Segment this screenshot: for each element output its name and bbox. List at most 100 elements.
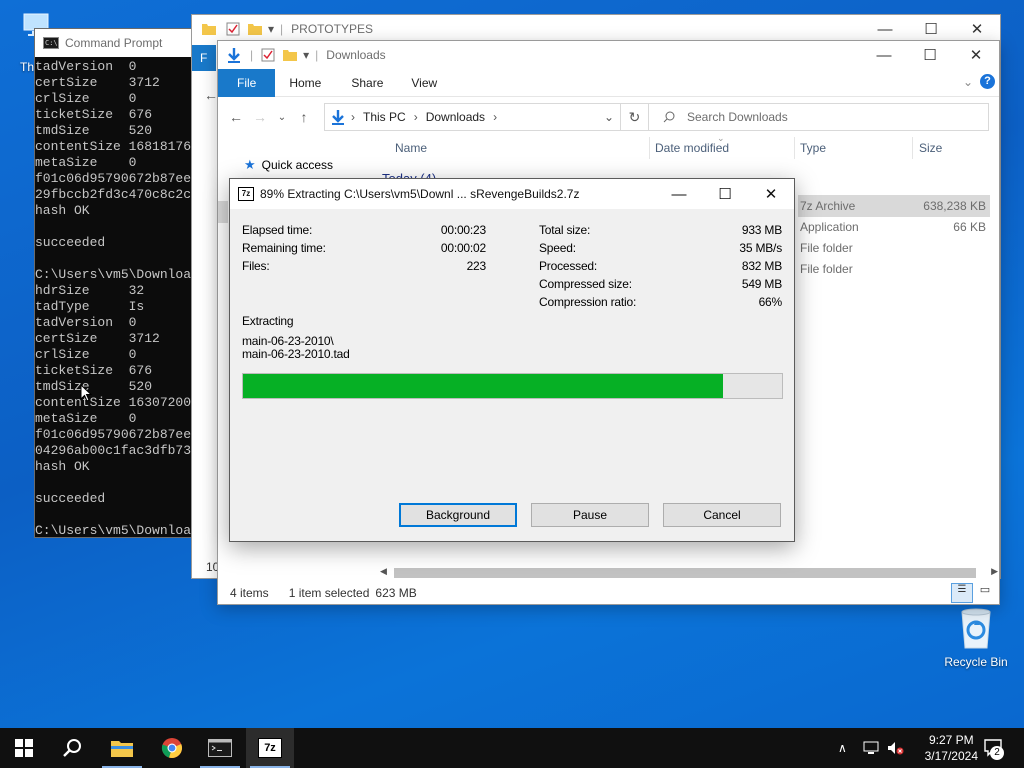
chrome-icon [161,738,183,758]
sevenzip-progress-dialog[interactable]: 7z 89% Extracting C:\Users\vm5\Downl ...… [229,178,795,542]
search-taskbar-button[interactable] [48,728,96,768]
close-button[interactable]: ✕ [953,41,999,69]
chrome-taskbar-button[interactable] [148,728,196,768]
breadcrumb-separator-icon[interactable]: › [351,110,355,124]
recycle-bin-icon [961,608,991,649]
cmd-output-line: metaSize 0 [35,411,137,426]
column-header-type[interactable]: Type [800,141,826,155]
explorer-front-titlebar[interactable]: | ▾ | Downloads — ☐ ✕ [218,41,999,69]
help-icon[interactable]: ? [980,74,995,89]
system-clock[interactable]: 9:27 PM 3/17/2024 [925,732,978,764]
scrollbar-thumb[interactable] [394,568,976,578]
cmd-output[interactable]: tadVersion 0 certSize 3712 crlSize 0 ticket… [35,57,192,537]
cmd-output-line: C:\Users\vm5\Downloa [35,267,192,282]
extracting-label: Extracting [242,314,294,328]
scroll-right-icon[interactable]: ▶ [991,566,998,577]
nav-pane-selected-item[interactable] [218,201,228,223]
address-bar[interactable]: › This PC › Downloads › ⌄ ↻ [324,103,649,131]
breadcrumb-this-pc[interactable]: This PC [363,110,406,124]
cmd-output-line: succeeded [35,235,106,250]
compression-ratio-label: Compression ratio: [539,295,637,309]
explorer-back-title: PROTOTYPES [291,22,373,36]
breadcrumb-separator-icon[interactable]: › [493,110,497,124]
show-hidden-icons-button[interactable]: ∧ [838,728,847,768]
row-3-type[interactable]: File folder [800,241,853,255]
ribbon-tab-home[interactable]: Home [275,69,335,97]
maximize-button[interactable]: ☐ [907,41,953,69]
total-size-value: 933 MB [741,223,782,237]
elapsed-time-value: 00:00:23 [440,223,486,237]
speed-label: Speed: [539,241,576,255]
clock-date: 3/17/2024 [924,749,978,763]
ribbon-tab-share[interactable]: Share [335,69,399,97]
minimize-button[interactable]: — [862,15,908,43]
forward-arrow-icon[interactable]: → [248,109,272,125]
qat-dropdown-icon[interactable]: ▾ [268,22,274,36]
cancel-button[interactable]: Cancel [663,503,781,527]
file-explorer-taskbar-button[interactable] [98,728,146,768]
cmd-output-line: succeeded [35,491,106,506]
taskbar: 7z ∧ 9:27 PM 3/17/2024 2 [0,728,1024,768]
row-4-type[interactable]: File folder [800,262,853,276]
close-button[interactable]: ✕ [954,15,1000,43]
details-view-icon[interactable]: ☰ [951,583,973,603]
status-selected: 1 item selected [288,586,370,600]
start-button[interactable] [0,728,48,768]
qat-dropdown-icon[interactable]: ▾ [303,48,309,62]
search-placeholder[interactable]: Search Downloads [687,110,788,124]
network-icon[interactable] [862,728,880,768]
cmd-output-line [35,219,191,235]
row-1-type[interactable]: 7z Archive [800,199,855,213]
files-value: 223 [466,259,487,273]
cmd-output-line: hash OK [35,459,90,474]
row-2-size[interactable]: 66 KB [918,220,986,234]
minimize-button[interactable]: — [656,179,702,209]
scroll-left-icon[interactable]: ◀ [380,566,387,577]
cmd-taskbar-button[interactable] [196,728,244,768]
extraction-progress-bar [242,373,783,399]
back-arrow-icon[interactable]: ← [224,109,248,125]
expand-ribbon-icon[interactable]: ⌄ [963,75,973,89]
cmd-output-line: contentSize 16818176 [35,139,192,154]
nav-pane-quick-access[interactable]: ★ Quick access [244,157,333,173]
ribbon-tab-file-back[interactable]: F [192,45,216,71]
sevenzip-titlebar[interactable]: 7z 89% Extracting C:\Users\vm5\Downl ...… [230,179,794,209]
properties-icon [226,22,240,36]
search-box[interactable]: Search Downloads [648,103,989,131]
column-header-name[interactable]: Name [395,141,427,155]
close-button[interactable]: ✕ [748,179,794,209]
processed-value: 832 MB [741,259,782,273]
new-folder-icon [248,24,262,35]
file-explorer-icon [111,741,133,757]
up-arrow-icon[interactable]: ↑ [292,109,316,125]
recent-locations-icon[interactable]: ⌄ [272,112,292,123]
address-dropdown-icon[interactable]: ⌄ [604,110,614,124]
cmd-titlebar[interactable]: C:\ Command Prompt [35,29,191,57]
maximize-button[interactable]: ☐ [908,15,954,43]
command-prompt-window[interactable]: C:\ Command Prompt tadVersion 0 certSize … [34,28,192,538]
column-header-date-modified[interactable]: Date modified [655,141,729,155]
action-center-button[interactable]: 2 [984,728,1006,768]
maximize-button[interactable]: ☐ [702,179,748,209]
ribbon-tab-file[interactable]: File [218,68,276,97]
recycle-bin-desktop-icon[interactable]: Recycle Bin [940,604,1012,669]
properties-icon [261,48,275,62]
refresh-icon[interactable]: ↻ [620,104,648,130]
row-2-type[interactable]: Application [800,220,859,234]
volume-muted-icon[interactable] [886,728,904,768]
horizontal-scrollbar[interactable]: ◀ ▶ [376,566,998,580]
pause-button[interactable]: Pause [531,503,649,527]
ribbon-tab-view[interactable]: View [399,69,449,97]
background-button[interactable]: Background [399,503,517,527]
minimize-button[interactable]: — [861,41,907,69]
sevenzip-taskbar-button[interactable]: 7z [246,728,294,768]
row-1-size[interactable]: 638,238 KB [918,199,986,213]
column-header-size[interactable]: Size [919,141,942,155]
back-nav-arrow-icon[interactable]: ← [204,87,218,103]
breadcrumb-separator-icon[interactable]: › [414,110,418,124]
breadcrumb-downloads[interactable]: Downloads [426,110,485,124]
cmd-output-line: tmdSize 520 [35,123,153,138]
remaining-time-label: Remaining time: [242,241,326,255]
large-icons-view-icon[interactable]: ▭ [975,583,995,603]
quick-access-label: Quick access [261,158,334,172]
